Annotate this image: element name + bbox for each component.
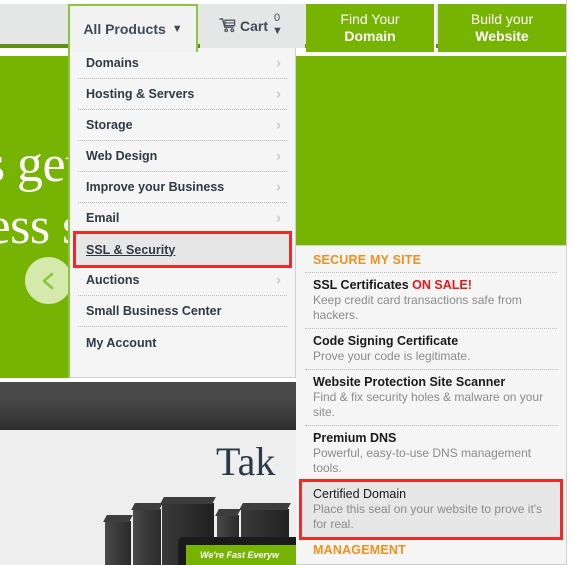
submenu-item-title: SSL Certificates ON SALE! (313, 278, 557, 293)
menu-item-label: Email (86, 211, 120, 225)
submenu-item-code-signing-certificate[interactable]: Code Signing Certificate Prove your code… (305, 329, 557, 370)
chevron-right-icon: › (276, 85, 281, 103)
submenu-item-certified-domain[interactable]: Certified Domain Place this seal on your… (299, 479, 563, 540)
menu-item-label: Storage (86, 118, 133, 132)
all-products-dropdown: Domains › Hosting & Servers › Storage › … (68, 48, 296, 378)
all-products-label: All Products (83, 21, 166, 37)
submenu-item-desc: Keep credit card transactions safe from … (313, 293, 522, 322)
submenu-item-desc: Powerful, easy-to-use DNS management too… (313, 446, 532, 475)
menu-item-domains[interactable]: Domains › (78, 48, 287, 79)
chevron-right-icon: › (276, 147, 281, 165)
lower-heading: Tak (216, 439, 276, 484)
main-navigation: Find Your Domain Build your Website Cart… (0, 4, 573, 52)
nav-find-line1: Find Your (340, 11, 400, 27)
cart-item-count: 0 (274, 12, 281, 24)
submenu-item-title-text: SSL Certificates (313, 278, 409, 292)
submenu-item-title: Website Protection Site Scanner (313, 375, 506, 389)
carousel-prev-button[interactable] (25, 257, 72, 304)
chevron-right-icon: › (276, 271, 281, 289)
on-sale-badge: ON SALE! (412, 278, 472, 292)
submenu-item-desc: Prove your code is legitimate. (313, 349, 471, 363)
cart-count-and-caret: 0 ▼ (270, 12, 286, 37)
menu-item-label: My Account (86, 335, 157, 350)
chevron-right-icon: › (276, 209, 281, 227)
menu-item-my-account[interactable]: My Account (78, 327, 287, 358)
submenu-item-premium-dns[interactable]: Premium DNS Powerful, easy-to-use DNS ma… (305, 426, 557, 482)
chevron-right-icon: › (276, 116, 281, 134)
nav-build-line2: Website (475, 28, 529, 44)
menu-item-label: Hosting & Servers (86, 87, 195, 101)
menu-item-email[interactable]: Email › (78, 203, 287, 234)
menu-item-label: Domains (86, 56, 139, 70)
submenu-item-website-protection-site-scanner[interactable]: Website Protection Site Scanner Find & f… (305, 370, 557, 426)
submenu-item-title: Code Signing Certificate (313, 334, 459, 348)
chevron-down-icon: ▼ (272, 25, 283, 37)
nav-build-line1: Build your (470, 11, 534, 27)
menu-item-label: Small Business Center (86, 304, 222, 318)
menu-item-label: Web Design (86, 149, 158, 163)
menu-item-storage[interactable]: Storage › (78, 110, 287, 141)
menu-item-small-business-center[interactable]: Small Business Center (78, 296, 287, 327)
ssl-security-submenu: SECURE MY SITE SSL Certificates ON SALE!… (296, 245, 567, 565)
nav-find-line2: Domain (344, 28, 396, 44)
submenu-item-title: Certified Domain (313, 487, 407, 501)
submenu-item-desc: Place this seal on your website to prove… (313, 502, 543, 531)
nav-find-your-domain[interactable]: Find Your Domain (306, 4, 436, 52)
menu-item-ssl-security[interactable]: SSL & Security (73, 231, 292, 268)
submenu-item-title: Premium DNS (313, 431, 397, 445)
submenu-section-secure-my-site: SECURE MY SITE (305, 246, 557, 273)
nav-build-your-website[interactable]: Build your Website (438, 4, 566, 52)
chevron-left-icon (39, 271, 59, 291)
cart-button[interactable]: Cart 0 ▼ (200, 4, 305, 48)
menu-item-label: Improve your Business (86, 180, 225, 194)
submenu-item-desc: Find & fix security holes & malware on y… (313, 390, 544, 419)
cart-label: Cart (239, 18, 268, 34)
menu-item-improve-your-business[interactable]: Improve your Business › (78, 172, 287, 203)
chevron-right-icon: › (276, 54, 281, 72)
all-products-tab[interactable]: All Products ▼ (68, 4, 198, 52)
menu-item-auctions[interactable]: Auctions › (78, 265, 287, 296)
menu-item-label: Auctions (86, 273, 140, 287)
chevron-right-icon: › (276, 178, 281, 196)
submenu-section-management: MANAGEMENT (313, 543, 406, 557)
submenu-item-ssl-certificates[interactable]: SSL Certificates ON SALE! Keep credit ca… (305, 273, 557, 329)
chevron-down-icon: ▼ (171, 23, 183, 35)
window-right-edge (566, 0, 573, 565)
browser-page: t's get your ness starte Tak We're Fast … (0, 0, 573, 565)
shopping-cart-icon (219, 17, 237, 36)
menu-item-hosting-servers[interactable]: Hosting & Servers › (78, 79, 287, 110)
menu-item-label: SSL & Security (86, 242, 176, 257)
menu-item-web-design[interactable]: Web Design › (78, 141, 287, 172)
